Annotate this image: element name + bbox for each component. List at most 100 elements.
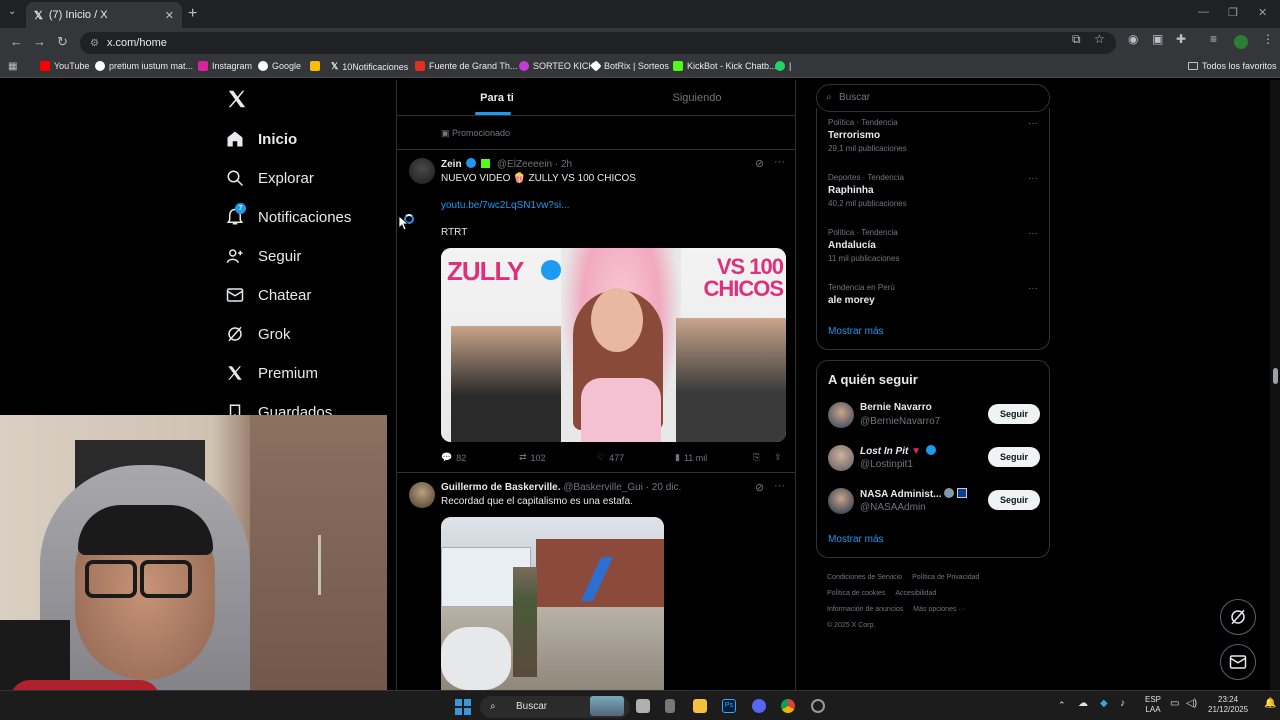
app-icon[interactable]: [811, 699, 825, 713]
tray-app-icon[interactable]: ☁: [1078, 699, 1088, 709]
network-icon[interactable]: ▭: [1170, 699, 1179, 709]
nav-item-premium[interactable]: Premium: [226, 364, 318, 382]
bookmark-botrix[interactable]: BotRix | Sorteos: [590, 60, 669, 72]
address-bar[interactable]: ⚙ x.com/home: [80, 32, 1116, 54]
avatar[interactable]: [409, 482, 435, 508]
bookmark-notifications[interactable]: 𝕏 10Notificaciones: [331, 61, 408, 72]
tab-for-you[interactable]: Para ti: [397, 80, 597, 115]
more-options-icon[interactable]: ···: [774, 480, 785, 492]
views-button[interactable]: ▮ 11 mil: [675, 452, 707, 463]
bookmark-whatsapp[interactable]: |: [775, 61, 791, 71]
author-name[interactable]: Guillermo de Baskerville.: [441, 482, 561, 493]
browser-menu-icon[interactable]: ⋮: [1262, 32, 1274, 46]
trend-item[interactable]: Deportes · Tendencia Raphinha 40,2 mil p…: [828, 173, 1038, 208]
windows-start-icon[interactable]: [455, 699, 471, 715]
bookmark-kickbot[interactable]: KickBot - Kick Chatb...: [673, 61, 777, 71]
browser-tab[interactable]: 𝕏 (7) Inicio / X ✕: [26, 2, 182, 28]
extensions-puzzle-icon[interactable]: ✚: [1176, 32, 1186, 46]
footer-link[interactable]: Política de cookies: [827, 590, 885, 597]
apps-grid-icon[interactable]: ▦: [8, 61, 17, 72]
footer-link[interactable]: Información de anuncios: [827, 606, 903, 613]
more-options-icon[interactable]: ···: [1028, 173, 1038, 184]
trend-item[interactable]: Política · Tendencia Terrorismo 29,1 mil…: [828, 118, 1038, 153]
minimize-icon[interactable]: —: [1198, 6, 1209, 18]
nav-item-notifications[interactable]: 7 Notificaciones: [226, 203, 351, 226]
follow-suggestion[interactable]: NASA Administ... @NASAAdmin Seguir: [828, 488, 1040, 516]
all-bookmarks[interactable]: Todos los favoritos: [1188, 61, 1277, 71]
install-app-icon[interactable]: ⧉: [1072, 32, 1081, 47]
grok-icon[interactable]: ⊘: [755, 481, 764, 494]
bookmark-star-icon[interactable]: ☆: [1094, 32, 1105, 46]
new-tab-button[interactable]: +: [188, 5, 197, 23]
bookmark-unnamed[interactable]: [310, 61, 320, 71]
tab-search-icon[interactable]: ⌄: [8, 6, 16, 17]
forward-icon[interactable]: →: [33, 34, 46, 49]
app-icon[interactable]: [665, 699, 675, 713]
avatar[interactable]: [828, 488, 854, 514]
discord-icon[interactable]: [752, 699, 766, 713]
avatar[interactable]: [828, 402, 854, 428]
grok-icon[interactable]: ⊘: [755, 157, 764, 170]
nav-item-explore[interactable]: Explorar: [226, 169, 314, 187]
extension-icon[interactable]: ▣: [1152, 32, 1163, 46]
author-handle[interactable]: @Baskerville_Gui: [563, 482, 643, 493]
retweet-button[interactable]: ⇄ 102: [519, 452, 546, 463]
site-info-icon[interactable]: ⚙: [90, 38, 99, 49]
bookmark-button[interactable]: ⎘: [753, 452, 760, 463]
tweet-time[interactable]: · 20 dic.: [646, 482, 682, 493]
tweet-link[interactable]: youtu.be/7wc2LqSN1vw?si...: [441, 200, 569, 211]
messages-fab-button[interactable]: [1220, 644, 1256, 680]
file-explorer-icon[interactable]: [693, 699, 707, 713]
nav-item-home[interactable]: Inicio: [226, 130, 297, 148]
grok-fab-button[interactable]: [1220, 599, 1256, 635]
nav-item-follow[interactable]: Seguir: [226, 247, 301, 265]
more-options-icon[interactable]: ···: [1028, 118, 1038, 129]
follow-button[interactable]: Seguir: [988, 447, 1040, 467]
notification-center-icon[interactable]: 🔔: [1264, 699, 1276, 709]
trends-show-more[interactable]: Mostrar más: [828, 326, 884, 337]
follow-button[interactable]: Seguir: [988, 404, 1040, 424]
follow-show-more[interactable]: Mostrar más: [828, 534, 884, 545]
more-options-icon[interactable]: ···: [774, 156, 785, 168]
footer-link[interactable]: Condiciones de Servicio: [827, 574, 902, 581]
trend-item[interactable]: Política · Tendencia Andalucía 11 mil pu…: [828, 228, 1038, 263]
trend-item[interactable]: Tendencia en Perú ale morey ···: [828, 283, 1038, 306]
footer-link[interactable]: Más opciones ···: [913, 606, 965, 613]
bookmark-google[interactable]: Google: [258, 61, 301, 71]
bookmark-gta[interactable]: Fuente de Grand Th...: [415, 61, 517, 71]
follow-suggestion[interactable]: Bernie Navarro @BernieNavarro7 Seguir: [828, 402, 1040, 430]
reply-button[interactable]: 💬 82: [441, 452, 466, 463]
profile-avatar[interactable]: [1234, 35, 1248, 49]
avatar[interactable]: [409, 158, 435, 184]
share-button[interactable]: ⇪: [774, 452, 782, 463]
maximize-icon[interactable]: ❐: [1228, 6, 1238, 19]
footer-link[interactable]: Accesibilidad: [895, 590, 936, 597]
extension-icon[interactable]: ◉: [1128, 32, 1138, 46]
search-highlight-icon[interactable]: [590, 696, 624, 716]
language-indicator[interactable]: ESP LAA: [1145, 695, 1161, 715]
photoshop-icon[interactable]: Ps: [722, 699, 736, 713]
tray-chevron-icon[interactable]: ⌃: [1058, 700, 1066, 710]
tray-app-icon[interactable]: ◆: [1100, 699, 1108, 709]
microphone-icon[interactable]: ♪: [1120, 699, 1125, 709]
back-icon[interactable]: ←: [10, 34, 23, 49]
close-window-icon[interactable]: ✕: [1258, 6, 1267, 19]
follow-button[interactable]: Seguir: [988, 490, 1040, 510]
tweet-media-image[interactable]: [441, 517, 664, 690]
tab-following[interactable]: Siguiendo: [597, 80, 795, 115]
more-options-icon[interactable]: ···: [1028, 228, 1038, 239]
tab-close-icon[interactable]: ✕: [165, 9, 174, 22]
author-handle[interactable]: @ElZeeeein: [497, 159, 552, 170]
nav-item-grok[interactable]: Grok: [226, 325, 291, 343]
chrome-icon[interactable]: [781, 699, 795, 713]
like-button[interactable]: ♡ 477: [597, 452, 624, 463]
tweet-media-image[interactable]: ZULLY VS 100 CHICOS: [441, 248, 786, 442]
nav-item-chat[interactable]: Chatear: [226, 286, 311, 304]
more-options-icon[interactable]: ···: [1028, 283, 1038, 294]
bookmark-instagram[interactable]: Instagram: [198, 61, 252, 71]
author-name[interactable]: Zein: [441, 159, 462, 170]
bookmark-youtube[interactable]: YouTube: [40, 61, 89, 71]
clock[interactable]: 23:24 21/12/2025: [1208, 695, 1248, 715]
footer-link[interactable]: Política de Privacidad: [912, 574, 979, 581]
x-logo-icon[interactable]: [226, 88, 248, 110]
